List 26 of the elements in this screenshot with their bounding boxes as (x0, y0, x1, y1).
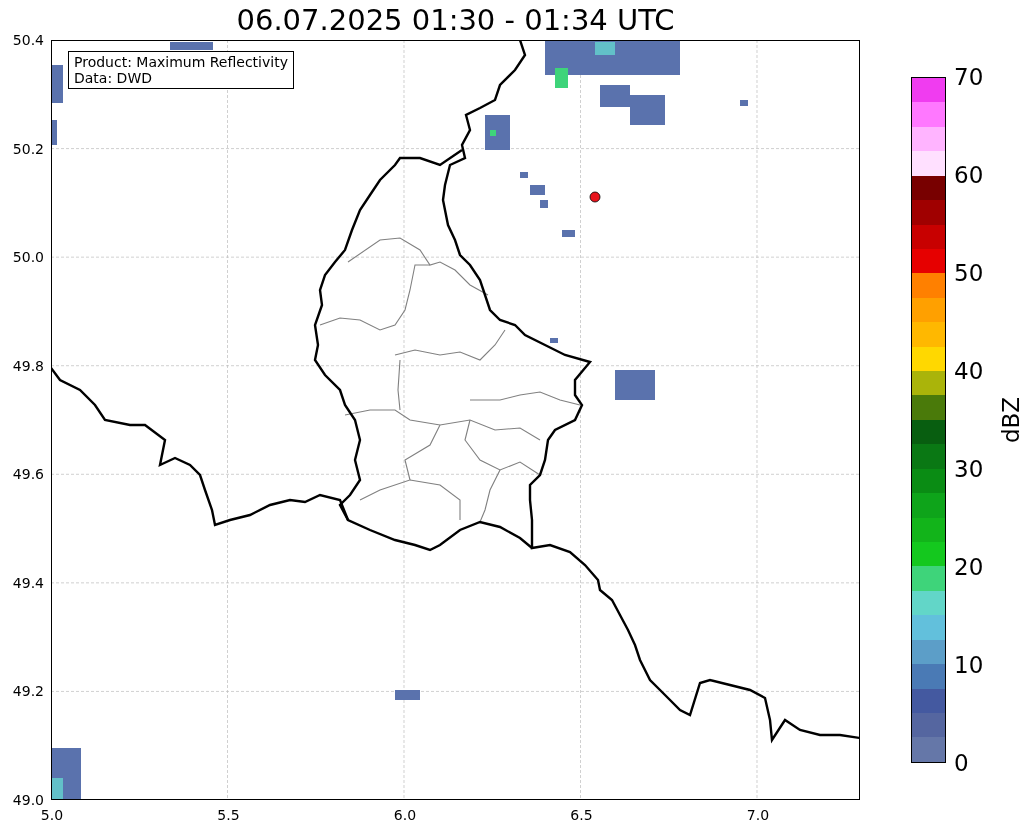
x-tick-label: 5.5 (217, 807, 240, 823)
y-tick-label: 50.0 (12, 249, 44, 266)
colorbar-tick-label: 50 (954, 260, 984, 286)
colorbar-tick-label: 30 (954, 456, 984, 482)
x-tick-label: 7.0 (746, 807, 770, 823)
y-tick-label: 50.4 (12, 32, 44, 48)
x-tick-label: 5.0 (40, 807, 64, 823)
colorbar-tick-label: 60 (954, 162, 984, 188)
y-tick-label: 49.6 (12, 466, 44, 483)
y-tick-label: 49.2 (12, 683, 44, 700)
x-tick-label: 6.0 (393, 807, 417, 823)
colorbar-tick-label: 10 (954, 652, 984, 678)
colorbar-tick-label: 70 (954, 64, 984, 90)
x-tick-label: 6.5 (570, 807, 593, 823)
colorbar-tick-label: 40 (954, 358, 984, 384)
colorbar-tick-label: 0 (954, 750, 969, 776)
location-marker (589, 191, 601, 203)
y-tick-label: 49.8 (12, 357, 44, 374)
y-tick-label: 49.0 (12, 792, 44, 808)
legend-text: Data: DWD (74, 70, 153, 86)
y-tick-label: 49.4 (12, 574, 44, 591)
colorbar-label: dBZ (998, 396, 1023, 444)
y-tick-label: 50.2 (12, 140, 44, 157)
legend-text: Product: Maximum Reflectivity (74, 54, 288, 70)
colorbar-tick-label: 20 (954, 554, 984, 580)
chart-title: 06.07.2025 01:30 - 01:34 UTC (235, 2, 676, 39)
